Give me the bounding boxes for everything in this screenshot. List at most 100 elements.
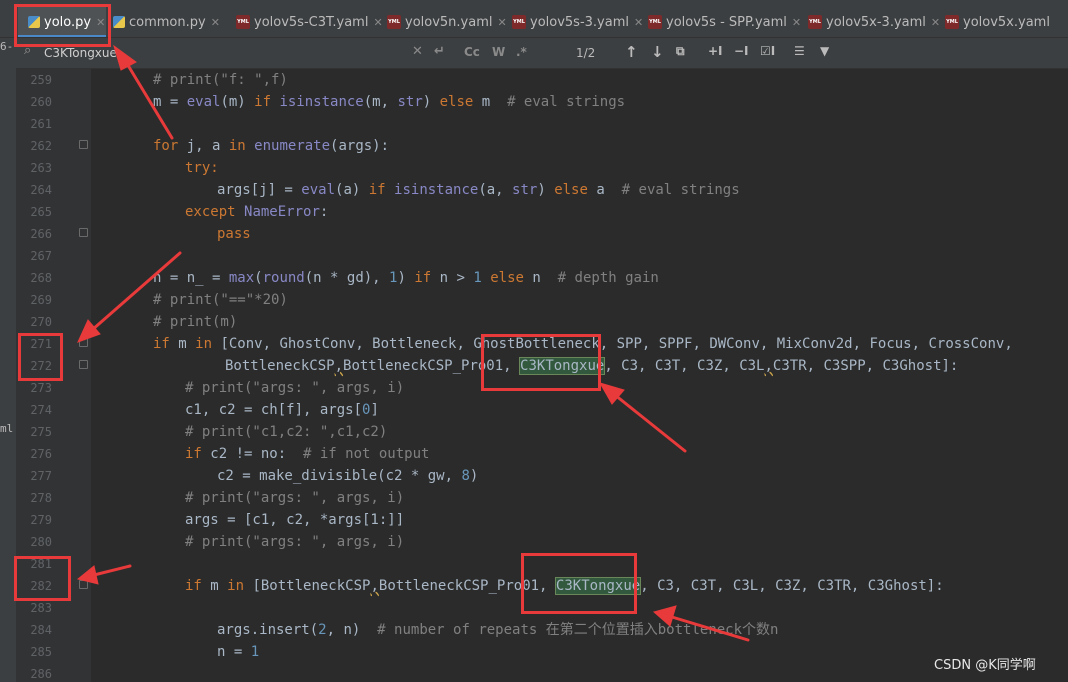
regex-button[interactable]: .*	[516, 45, 527, 59]
code-line-259: # print("f: ",f)	[153, 69, 288, 91]
filter-icon[interactable]: ▼	[820, 44, 829, 58]
code-token: if	[185, 578, 211, 594]
close-tab-icon[interactable]: ✕	[634, 16, 643, 29]
code-token: try:	[185, 160, 219, 176]
tab-yolov5n-yaml[interactable]: YML yolov5n.yaml ✕	[387, 6, 507, 37]
select-all-occurrences-icon[interactable]: ☑Ⅰ	[760, 44, 775, 58]
code-token: (a,	[478, 182, 513, 198]
code-line-279: args = [c1, c2, *args[1:]]	[185, 509, 404, 531]
code-token: C3TR, C3SPP, C3Ghost]:	[772, 358, 959, 374]
code-token: m	[210, 578, 228, 594]
code-token: n =	[217, 644, 251, 660]
close-tab-icon[interactable]: ✕	[792, 16, 801, 29]
code-token: if	[368, 182, 395, 198]
match-counter: 1/2	[576, 46, 596, 60]
code-token: )	[422, 94, 440, 110]
code-token: if	[153, 336, 179, 352]
code-token: if	[254, 94, 280, 110]
line-number: 274	[30, 403, 52, 417]
code-token: , n)	[326, 622, 378, 638]
line-number: 279	[30, 513, 52, 527]
comment: # depth gain	[557, 270, 659, 286]
fold-icon[interactable]	[79, 140, 88, 149]
fold-icon[interactable]	[79, 338, 88, 347]
tab-yolov5s-c3t-yaml[interactable]: YML yolov5s-C3T.yaml ✕	[236, 6, 383, 37]
line-number: 269	[30, 293, 52, 307]
annotation-box-match-2	[521, 553, 637, 614]
code-token: ,	[764, 358, 773, 374]
new-line-icon[interactable]: ↵	[434, 44, 445, 59]
code-token: str	[512, 182, 538, 198]
annotation-box-lines-271-272	[18, 333, 63, 381]
tab-yolov5x-3-yaml[interactable]: YML yolov5x-3.yaml ✕	[808, 6, 940, 37]
clear-search-icon[interactable]: ✕	[412, 44, 423, 59]
code-token: 1	[473, 270, 491, 286]
previous-occurrence-icon[interactable]: ↑	[625, 43, 638, 61]
open-in-window-icon[interactable]: ⧉	[676, 44, 685, 59]
fold-icon[interactable]	[79, 360, 88, 369]
tab-label: yolov5s-3.yaml	[530, 14, 629, 30]
fold-icon[interactable]	[79, 580, 88, 589]
tab-common-py[interactable]: common.py ✕	[113, 6, 220, 37]
code-line-270: # print(m)	[153, 311, 237, 333]
line-number: 260	[30, 95, 52, 109]
code-line-274: c1, c2 = ch[f], args[0]	[185, 399, 379, 421]
next-occurrence-icon[interactable]: ↓	[651, 43, 664, 61]
code-token: m =	[153, 94, 187, 110]
yaml-file-icon: YML	[512, 15, 526, 29]
code-token: isinstance	[394, 182, 479, 198]
line-number: 266	[30, 227, 52, 241]
code-token: args.insert(	[217, 622, 319, 638]
close-tab-icon[interactable]: ✕	[211, 16, 220, 29]
tab-yolov5s-3-yaml[interactable]: YML yolov5s-3.yaml ✕	[512, 6, 643, 37]
code-token: m	[178, 336, 196, 352]
close-tab-icon[interactable]: ✕	[497, 16, 506, 29]
code-token: if	[185, 446, 211, 462]
line-number: 261	[30, 117, 52, 131]
code-token: BottleneckCSP	[225, 358, 335, 374]
code-token: in	[227, 578, 253, 594]
code-line-273: # print("args: ", args, i)	[185, 377, 404, 399]
comment: # print("args: ", args, i)	[185, 490, 405, 506]
add-selection-icon[interactable]: +Ⅰ	[708, 44, 723, 58]
match-case-button[interactable]: Cc	[464, 45, 480, 59]
line-number: 284	[30, 623, 52, 637]
remove-selection-icon[interactable]: −Ⅰ	[734, 44, 749, 58]
code-token: else	[439, 94, 482, 110]
code-token: (m)	[220, 94, 255, 110]
whole-words-button[interactable]: W	[492, 45, 505, 59]
code-token: if	[414, 270, 440, 286]
tab-yolov5x-yaml[interactable]: YML yolov5x.yaml	[945, 6, 1050, 37]
code-line-278: # print("args: ", args, i)	[185, 487, 404, 509]
annotation-box-match-1	[481, 334, 601, 391]
code-token: )	[469, 468, 479, 484]
code-line-269: # print("=="*20)	[153, 289, 288, 311]
comment: # print("args: ", args, i)	[185, 534, 405, 550]
line-number: 277	[30, 469, 52, 483]
search-settings-icon[interactable]: ☰	[794, 44, 805, 58]
code-line-265: except NameError:	[185, 201, 328, 223]
fold-icon[interactable]	[79, 228, 88, 237]
yaml-file-icon: YML	[808, 15, 822, 29]
line-number: 268	[30, 271, 52, 285]
code-token: (	[254, 270, 263, 286]
close-tab-icon[interactable]: ✕	[373, 16, 382, 29]
yaml-file-icon: YML	[387, 15, 401, 29]
comment: # print("=="*20)	[153, 292, 288, 308]
code-token: for	[153, 138, 187, 154]
line-number: 262	[30, 139, 52, 153]
line-number: 259	[30, 73, 52, 87]
code-token: , C3, C3T, C3Z, C3L	[604, 358, 765, 374]
tab-yolov5s-spp-yaml[interactable]: YML yolov5s - SPP.yaml ✕	[648, 6, 801, 37]
code-token: n >	[439, 270, 474, 286]
code-token: round	[262, 270, 305, 286]
code-token: (m,	[363, 94, 398, 110]
code-token: args = [c1, c2, *args[1:]]	[185, 512, 405, 528]
code-token: pass	[217, 226, 251, 242]
code-token: in	[228, 138, 255, 154]
yaml-file-icon: YML	[945, 15, 959, 29]
code-line-268: n = n_ = max(round(n * gd), 1) if n > 1 …	[153, 267, 659, 289]
close-tab-icon[interactable]: ✕	[931, 16, 940, 29]
tab-label: yolov5x-3.yaml	[826, 14, 926, 30]
line-number: 280	[30, 535, 52, 549]
